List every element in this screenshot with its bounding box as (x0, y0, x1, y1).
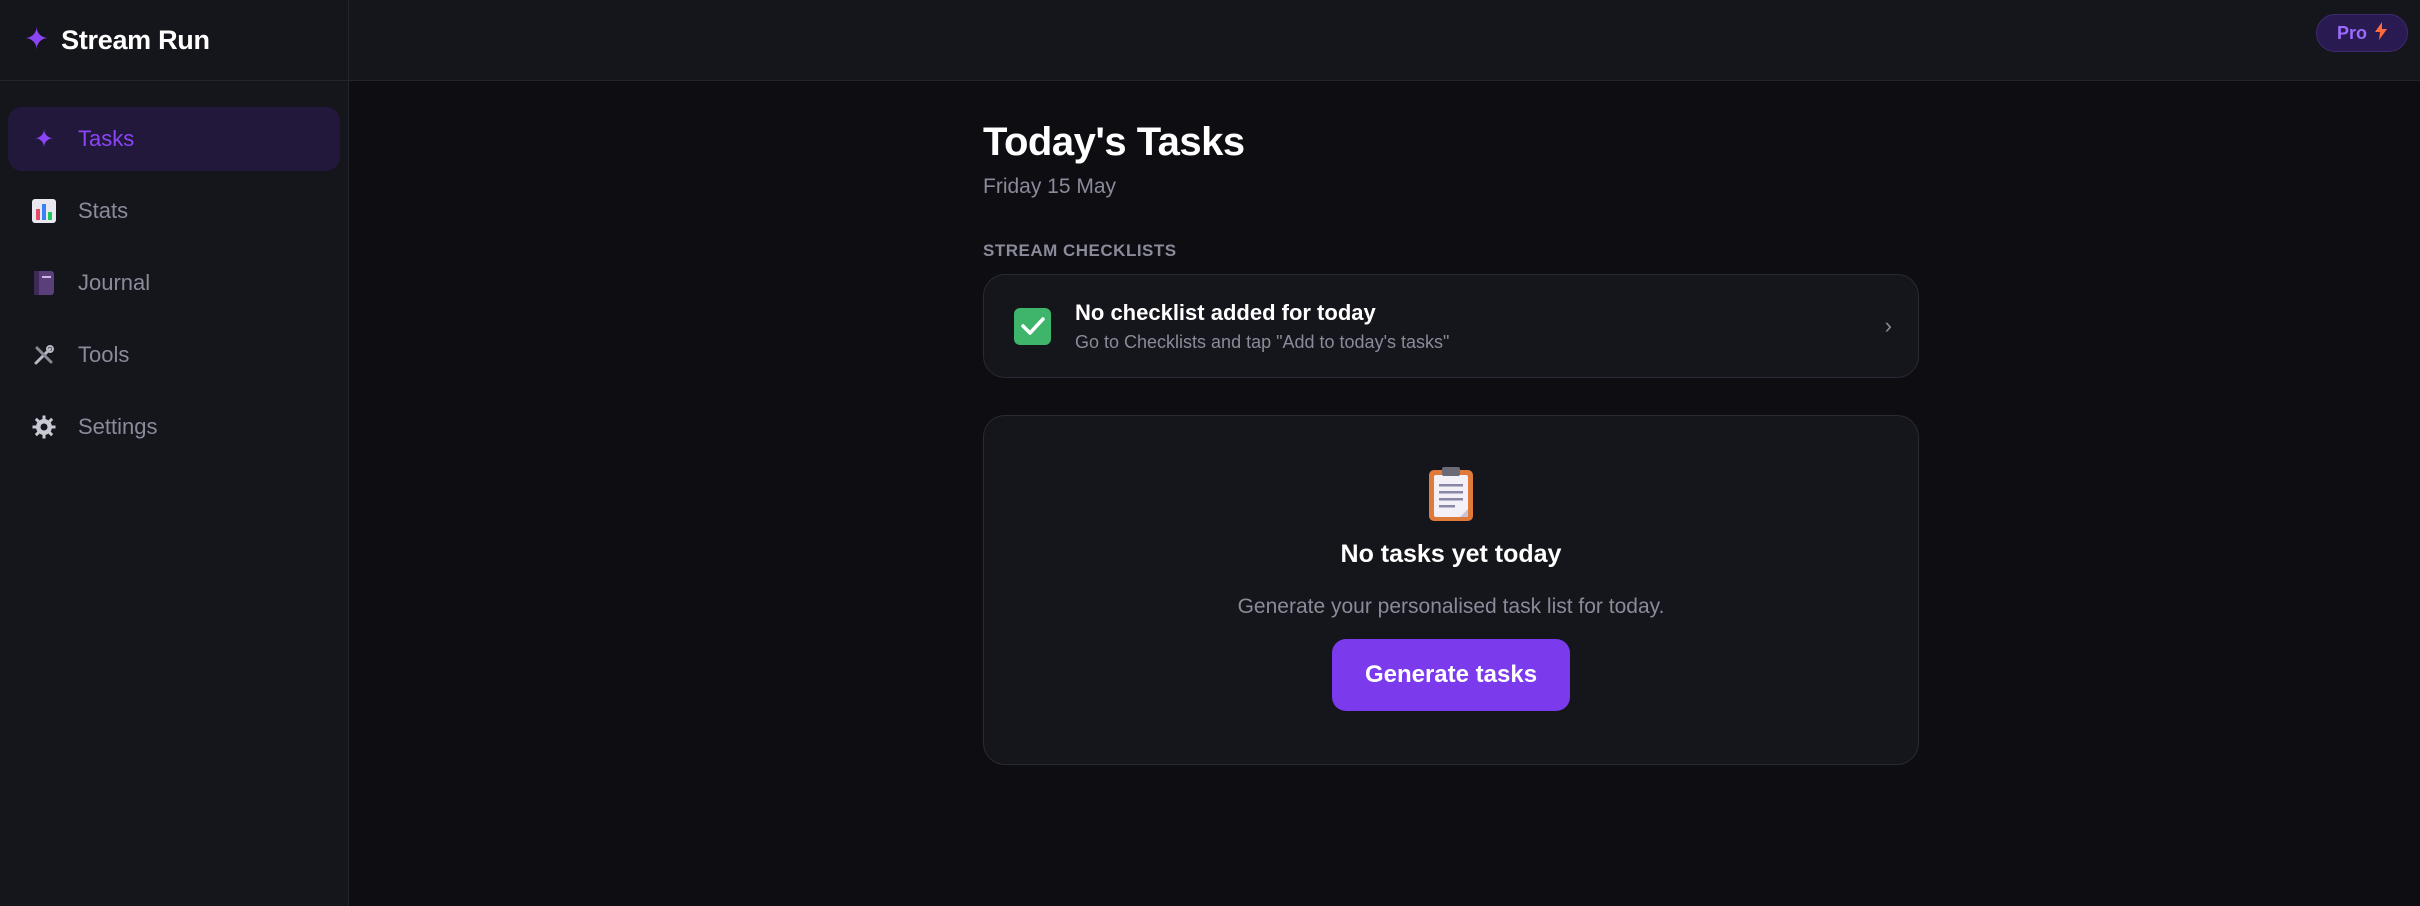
checklist-title: No checklist added for today (1075, 299, 1376, 325)
notebook-icon (30, 269, 58, 297)
pro-badge[interactable]: Pro (2316, 14, 2408, 52)
sidebar-item-tools[interactable]: Tools (8, 323, 340, 387)
checklist-card[interactable]: No checklist added for today Go to Check… (983, 274, 1919, 378)
app-root: ✦ Stream Run ✦ Tasks Stats Journal Tools… (0, 0, 2420, 906)
sidebar-item-settings[interactable]: Settings (8, 395, 340, 459)
sidebar-item-label: Settings (78, 414, 158, 439)
sidebar-item-stats[interactable]: Stats (8, 179, 340, 243)
checklist-text: No checklist added for today Go to Check… (1075, 300, 1449, 353)
clipboard-icon (1428, 466, 1474, 522)
sidebar-item-label: Tasks (78, 126, 135, 151)
gear-icon (30, 413, 58, 441)
sidebar-item-label: Journal (78, 270, 151, 295)
empty-title: No tasks yet today (1340, 540, 1562, 568)
sidebar-item-tasks[interactable]: ✦ Tasks (8, 107, 340, 171)
page-title: Today's Tasks (983, 120, 1245, 164)
page-date: Friday 15 May (983, 175, 1117, 198)
chevron-right-icon: › (1884, 313, 1892, 338)
sidebar: ✦ Stream Run ✦ Tasks Stats Journal Tools… (0, 0, 349, 906)
tools-icon (30, 341, 58, 369)
checklist-subtitle: Go to Checklists and tap "Add to today's… (1075, 331, 1450, 352)
sidebar-item-label: Stats (78, 198, 129, 223)
topbar: Pro (349, 0, 2420, 81)
empty-state-card: No tasks yet today Generate your persona… (983, 415, 1919, 765)
brand[interactable]: ✦ Stream Run (0, 0, 348, 81)
sidebar-item-journal[interactable]: Journal (8, 251, 340, 315)
generate-tasks-button[interactable]: Generate tasks (1332, 639, 1570, 711)
checkmark-icon (1014, 307, 1051, 345)
sparkle-icon: ✦ (33, 125, 55, 153)
lightning-icon (2375, 21, 2387, 45)
sidebar-item-label: Tools (78, 342, 130, 367)
bar-chart-icon (30, 197, 58, 225)
empty-subtitle: Generate your personalised task list for… (1237, 595, 1665, 618)
section-label: STREAM CHECKLISTS (983, 241, 1177, 260)
main-content: Today's Tasks Friday 15 May STREAM CHECK… (983, 81, 1919, 765)
sparkle-icon: ✦ (24, 23, 50, 56)
app-name: Stream Run (61, 24, 210, 55)
pro-label: Pro (2336, 22, 2367, 43)
sidebar-nav: ✦ Tasks Stats Journal Tools Settings (0, 81, 348, 459)
